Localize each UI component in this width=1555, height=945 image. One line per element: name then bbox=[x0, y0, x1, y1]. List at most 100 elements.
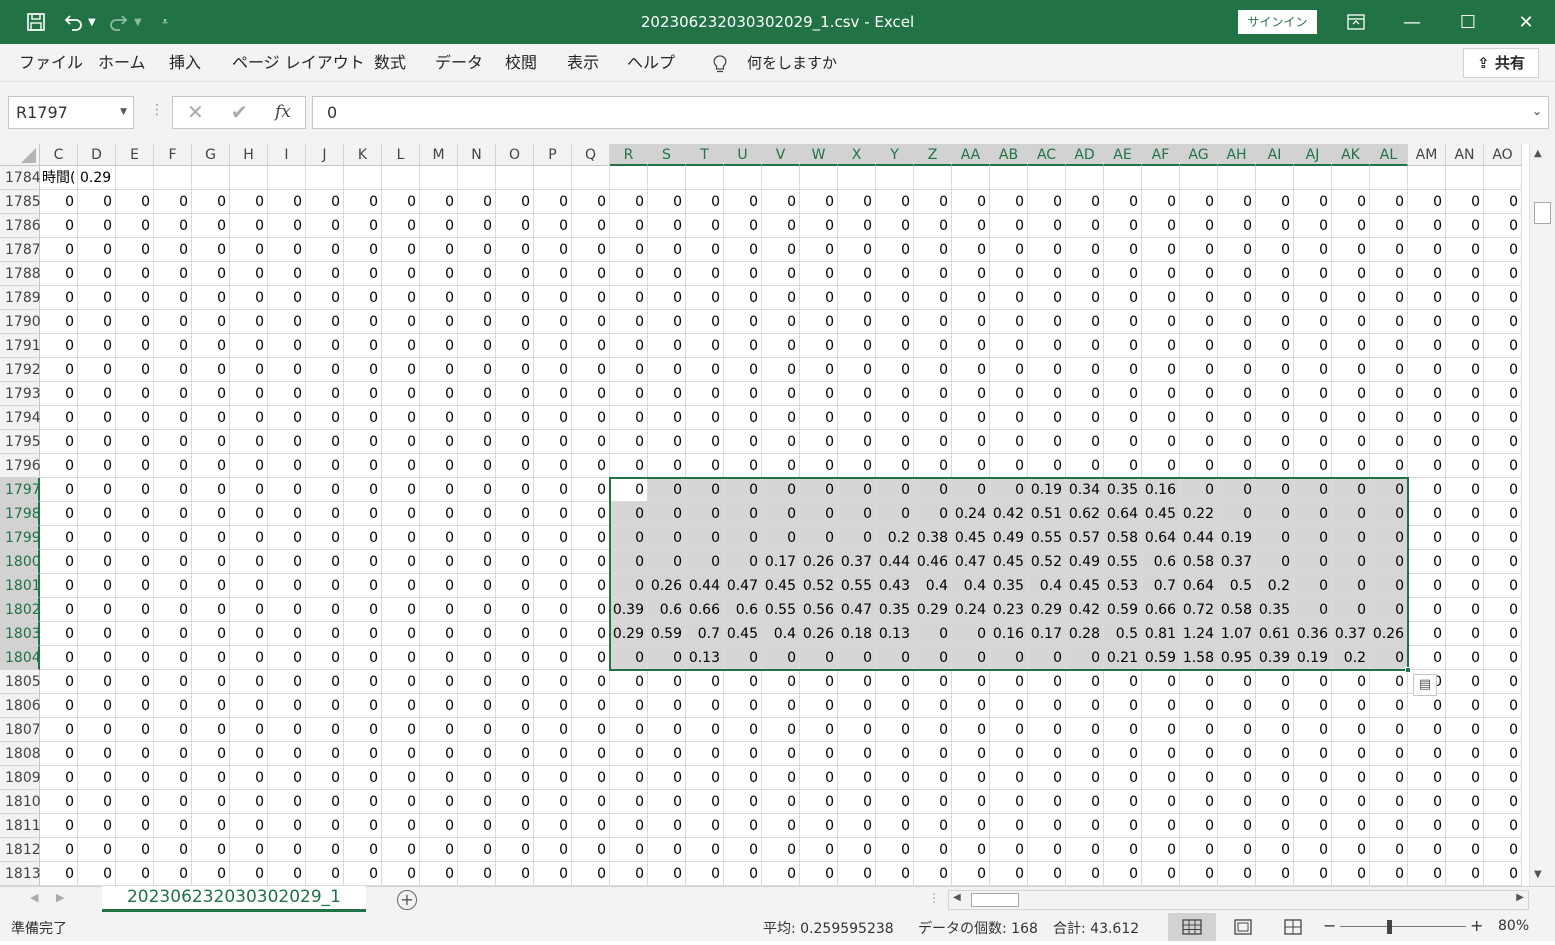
cell[interactable]: 0 bbox=[230, 694, 268, 718]
cell[interactable]: 0 bbox=[344, 214, 382, 238]
cell[interactable]: 0 bbox=[116, 406, 154, 430]
cell[interactable]: 0 bbox=[1484, 502, 1522, 526]
cell[interactable]: 0 bbox=[40, 190, 78, 214]
cell[interactable]: 0 bbox=[724, 334, 762, 358]
cell[interactable]: 0 bbox=[1104, 190, 1142, 214]
cell[interactable]: 0 bbox=[268, 598, 306, 622]
cell[interactable]: 0 bbox=[1370, 430, 1408, 454]
cell[interactable]: 0 bbox=[154, 646, 192, 670]
row-header[interactable]: 1802 bbox=[0, 598, 41, 622]
cell[interactable]: 0 bbox=[40, 550, 78, 574]
cell[interactable]: 0 bbox=[496, 214, 534, 238]
cell[interactable]: 0 bbox=[154, 550, 192, 574]
cell[interactable]: 0 bbox=[610, 502, 648, 526]
cell[interactable]: 0 bbox=[268, 502, 306, 526]
cell[interactable]: 0 bbox=[762, 670, 800, 694]
cell[interactable]: 0 bbox=[1066, 646, 1104, 670]
cell[interactable]: 0.4 bbox=[914, 574, 952, 598]
cell[interactable]: 0 bbox=[572, 190, 610, 214]
cell[interactable]: 0 bbox=[534, 838, 572, 862]
cell[interactable] bbox=[990, 166, 1028, 190]
cell[interactable]: 0 bbox=[686, 358, 724, 382]
cell[interactable]: 0 bbox=[1180, 286, 1218, 310]
cell[interactable]: 0 bbox=[78, 310, 116, 334]
cell[interactable]: 0 bbox=[382, 766, 420, 790]
cell[interactable]: 0 bbox=[1104, 694, 1142, 718]
cell[interactable]: 0 bbox=[1180, 334, 1218, 358]
tab-view[interactable]: 表示 bbox=[567, 44, 599, 82]
column-header-y[interactable]: Y bbox=[876, 144, 914, 166]
cell[interactable]: 0 bbox=[610, 814, 648, 838]
cell[interactable]: 0 bbox=[192, 742, 230, 766]
cell[interactable]: 0 bbox=[876, 694, 914, 718]
cell[interactable]: 0 bbox=[116, 310, 154, 334]
cell[interactable]: 0 bbox=[496, 310, 534, 334]
column-header-n[interactable]: N bbox=[458, 144, 496, 166]
cell[interactable] bbox=[192, 166, 230, 190]
cell[interactable]: 0 bbox=[724, 838, 762, 862]
cell[interactable]: 0 bbox=[154, 766, 192, 790]
cell[interactable]: 0 bbox=[306, 502, 344, 526]
cell[interactable]: 0 bbox=[686, 478, 724, 502]
column-header-t[interactable]: T bbox=[686, 144, 724, 166]
cell[interactable]: 0 bbox=[914, 814, 952, 838]
zoom-in-icon[interactable]: + bbox=[1470, 916, 1483, 935]
cell[interactable]: 0.47 bbox=[838, 598, 876, 622]
cell[interactable]: 0 bbox=[1028, 190, 1066, 214]
cell[interactable]: 0 bbox=[534, 406, 572, 430]
cell[interactable]: 0 bbox=[1218, 718, 1256, 742]
cell[interactable]: 0 bbox=[382, 574, 420, 598]
cell[interactable]: 0 bbox=[1446, 670, 1484, 694]
cell[interactable]: 0 bbox=[1104, 670, 1142, 694]
cell[interactable]: 0 bbox=[1484, 214, 1522, 238]
formula-bar-splitter-icon[interactable]: ⋮ bbox=[150, 102, 164, 118]
cell[interactable]: 0.45 bbox=[1142, 502, 1180, 526]
cell[interactable]: 0 bbox=[648, 310, 686, 334]
cell[interactable]: 0 bbox=[1256, 190, 1294, 214]
cell[interactable]: 0.61 bbox=[1256, 622, 1294, 646]
cell[interactable]: 0 bbox=[990, 742, 1028, 766]
cell[interactable]: 0 bbox=[1332, 550, 1370, 574]
cell[interactable]: 0 bbox=[192, 430, 230, 454]
cell[interactable]: 0 bbox=[990, 790, 1028, 814]
cell[interactable]: 0 bbox=[116, 550, 154, 574]
cell[interactable]: 0 bbox=[1104, 382, 1142, 406]
cell[interactable]: 0 bbox=[230, 286, 268, 310]
cell[interactable]: 0 bbox=[230, 838, 268, 862]
cell[interactable]: 0 bbox=[1446, 358, 1484, 382]
cell[interactable]: 0 bbox=[1142, 838, 1180, 862]
cell[interactable]: 0 bbox=[268, 550, 306, 574]
cell[interactable]: 0 bbox=[1446, 454, 1484, 478]
cell[interactable]: 0 bbox=[610, 382, 648, 406]
cell[interactable]: 0 bbox=[952, 622, 990, 646]
cell[interactable]: 0 bbox=[534, 718, 572, 742]
cell[interactable]: 0 bbox=[1332, 526, 1370, 550]
fill-handle[interactable] bbox=[1405, 667, 1411, 673]
cell[interactable]: 0.43 bbox=[876, 574, 914, 598]
cell[interactable]: 0 bbox=[1294, 838, 1332, 862]
cell[interactable]: 0 bbox=[572, 286, 610, 310]
cell[interactable]: 0 bbox=[1294, 478, 1332, 502]
cell[interactable]: 0 bbox=[268, 574, 306, 598]
cell[interactable]: 0 bbox=[154, 382, 192, 406]
cell[interactable]: 0 bbox=[1484, 646, 1522, 670]
column-header-ah[interactable]: AH bbox=[1218, 144, 1256, 166]
cell[interactable]: 0 bbox=[1142, 718, 1180, 742]
cell[interactable]: 0 bbox=[1142, 358, 1180, 382]
cell[interactable]: 0 bbox=[572, 766, 610, 790]
cell[interactable]: 0 bbox=[116, 574, 154, 598]
cell[interactable]: 0 bbox=[952, 214, 990, 238]
cell[interactable]: 0 bbox=[192, 670, 230, 694]
cell[interactable]: 0 bbox=[572, 574, 610, 598]
cell[interactable]: 0 bbox=[838, 286, 876, 310]
cell[interactable]: 0 bbox=[382, 862, 420, 886]
cell[interactable]: 0 bbox=[1408, 382, 1446, 406]
cell[interactable]: 0 bbox=[382, 646, 420, 670]
formula-input[interactable]: 0 bbox=[312, 96, 1549, 129]
cell[interactable]: 0 bbox=[648, 286, 686, 310]
cell[interactable]: 0 bbox=[1294, 262, 1332, 286]
cell[interactable]: 0 bbox=[1256, 262, 1294, 286]
cell[interactable]: 0 bbox=[914, 238, 952, 262]
tab-formulas[interactable]: 数式 bbox=[374, 44, 406, 82]
cell[interactable]: 0.47 bbox=[952, 550, 990, 574]
